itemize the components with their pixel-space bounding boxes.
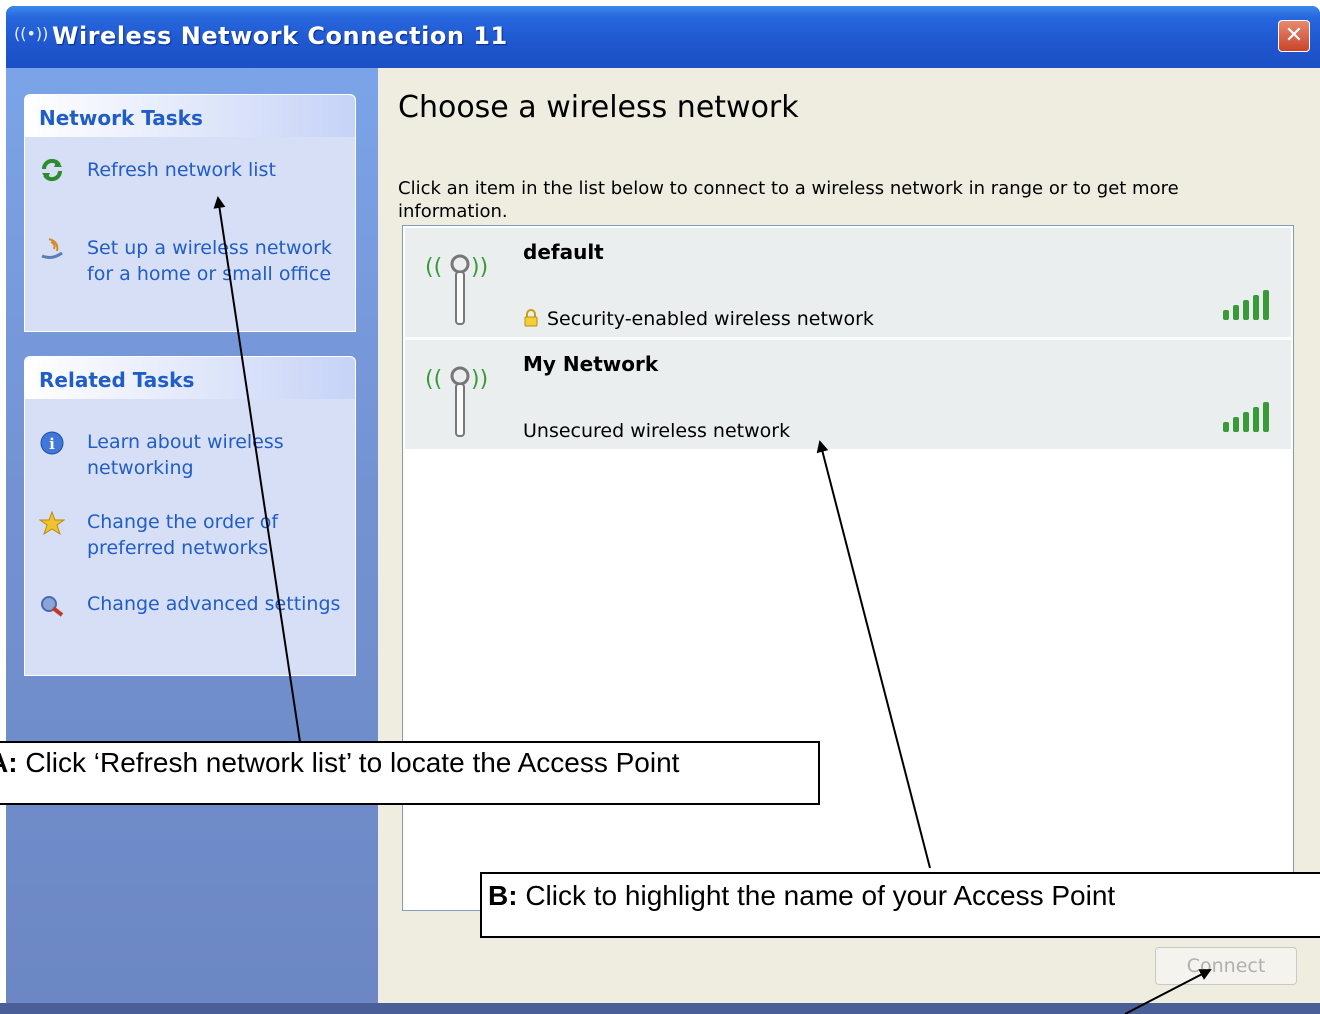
svg-text:((: (( (425, 255, 442, 280)
svg-text:i: i (49, 435, 55, 453)
network-name: default (523, 240, 604, 264)
signal-strength-icon (1221, 288, 1277, 322)
close-button[interactable]: ✕ (1278, 20, 1310, 52)
refresh-network-list-label: Refresh network list (87, 159, 276, 181)
change-advanced-settings-link[interactable]: Change advanced settings (39, 591, 349, 647)
security-label: Unsecured wireless network (523, 420, 791, 442)
antenna-icon: (( )) (425, 238, 495, 328)
refresh-network-list-link[interactable]: Refresh network list (39, 157, 349, 187)
taskbar-strip (0, 1003, 1320, 1014)
window-title: Wireless Network Connection 11 (52, 22, 508, 50)
signal-strength-icon (1221, 400, 1277, 434)
wireless-connection-window: ((•)) Wireless Network Connection 11 ✕ N… (6, 6, 1320, 1014)
callout-b-prefix: B: (488, 880, 518, 911)
network-security-status: Security-enabled wireless network (523, 308, 874, 330)
security-label: Security-enabled wireless network (547, 308, 874, 330)
page-title: Choose a wireless network (398, 90, 799, 125)
main-panel: Choose a wireless network Click an item … (378, 68, 1320, 1010)
change-network-order-label: Change the order of preferred networks (87, 511, 279, 559)
setup-wireless-network-link[interactable]: Set up a wireless network for a home or … (39, 235, 349, 291)
learn-wireless-label: Learn about wireless networking (87, 431, 284, 479)
callout-b-text: Click to highlight the name of your Acce… (517, 880, 1116, 911)
star-icon (38, 510, 66, 536)
callout-a: A: Click ‘Refresh network list’ to locat… (0, 741, 820, 805)
network-list-item-default[interactable]: (( )) default Security-enabled wireless … (405, 228, 1291, 337)
settings-icon (39, 592, 65, 618)
network-list[interactable]: (( )) default Security-enabled wireless … (402, 225, 1294, 911)
callout-a-prefix: A: (0, 747, 18, 778)
setup-wireless-network-label: Set up a wireless network for a home or … (87, 237, 332, 285)
network-name: My Network (523, 352, 659, 376)
title-bar[interactable]: ((•)) Wireless Network Connection 11 ✕ (6, 6, 1320, 68)
network-list-item-my-network[interactable]: (( )) My Network Unsecured wireless netw… (405, 340, 1291, 449)
instructions-text: Click an item in the list below to conne… (398, 178, 1179, 222)
connect-button[interactable]: Connect (1155, 947, 1297, 985)
lock-icon (523, 309, 539, 327)
change-advanced-settings-label: Change advanced settings (87, 593, 341, 615)
svg-text:)): )) (471, 367, 488, 392)
refresh-icon (39, 158, 65, 184)
learn-wireless-link[interactable]: i Learn about wireless networking (39, 429, 349, 485)
task-sidebar: Network Tasks Refresh network list Set u… (6, 68, 378, 1010)
network-tasks-header[interactable]: Network Tasks (25, 95, 355, 137)
info-icon: i (39, 430, 65, 456)
network-tasks-panel: Network Tasks Refresh network list Set u… (24, 94, 356, 332)
wireless-setup-icon (39, 236, 65, 262)
network-security-status: Unsecured wireless network (523, 420, 790, 442)
callout-b: B: Click to highlight the name of your A… (480, 872, 1320, 938)
related-tasks-panel: Related Tasks i Learn about wireless net… (24, 356, 356, 676)
antenna-icon: (( )) (425, 350, 495, 440)
related-tasks-header[interactable]: Related Tasks (25, 357, 355, 399)
change-network-order-link[interactable]: Change the order of preferred networks (38, 509, 349, 565)
wireless-icon: ((•)) (14, 24, 49, 43)
svg-text:((: (( (425, 367, 442, 392)
callout-a-text: Click ‘Refresh network list’ to locate t… (17, 747, 680, 778)
svg-text:)): )) (471, 255, 488, 280)
